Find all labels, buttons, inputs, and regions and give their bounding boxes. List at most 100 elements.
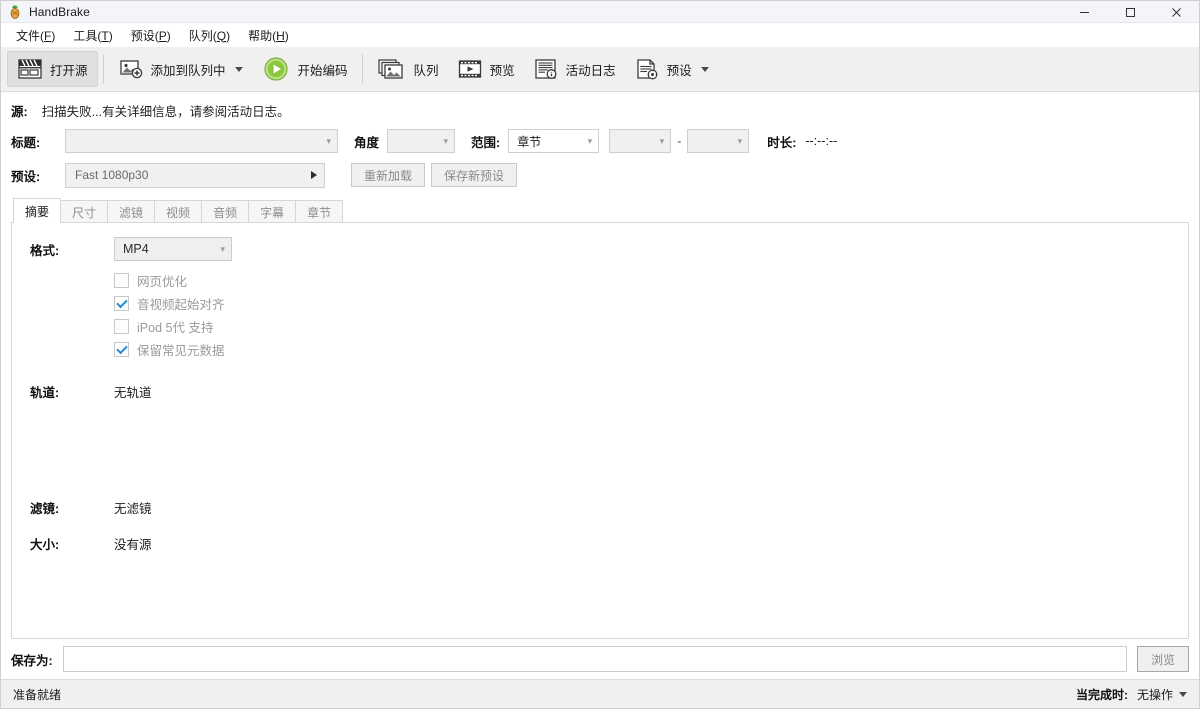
open-source-label: 打开源: [50, 60, 88, 79]
format-select[interactable]: MP4 ▾: [114, 237, 232, 261]
toolbar: 打开源 添加到队列中: [1, 47, 1199, 92]
tab-audio-label: 音频: [213, 204, 237, 221]
maximize-button[interactable]: [1107, 1, 1153, 23]
chevron-right-icon-preset: [311, 171, 317, 179]
tab-chapters[interactable]: 章节: [295, 200, 343, 223]
chevron-down-icon[interactable]: [235, 67, 243, 72]
format-label: 格式:: [30, 237, 114, 259]
presets-toolbar-button[interactable]: 预设: [625, 51, 718, 87]
checkbox-passthru-metadata[interactable]: 保留常见元数据: [114, 338, 232, 361]
size-row: 大小: 没有源: [30, 531, 1188, 553]
title-select[interactable]: ▾: [65, 129, 338, 153]
menu-queue-mnemonic: Q: [217, 29, 226, 43]
minimize-button[interactable]: [1061, 1, 1107, 23]
menu-tools-label: 工具: [73, 29, 97, 43]
title-label: 标题:: [11, 132, 65, 151]
filters-row: 滤镜: 无滤镜: [30, 495, 1188, 517]
queue-stack-icon: [377, 56, 407, 82]
chevron-down-icon-range: ▾: [588, 137, 593, 146]
preset-row: 预设: Fast 1080p30 重新加载 保存新预设: [11, 158, 1189, 192]
range-label: 范围:: [471, 132, 500, 151]
chapter-end-select[interactable]: ▾: [687, 129, 749, 153]
toolbar-separator-2: [362, 54, 363, 84]
close-icon: [1171, 7, 1182, 18]
tab-summary-label: 摘要: [25, 203, 49, 220]
maximize-icon: [1125, 7, 1136, 18]
activity-log-button[interactable]: 活动日志: [524, 51, 625, 87]
menu-tools[interactable]: 工具(T): [64, 25, 121, 46]
angle-select[interactable]: ▾: [387, 129, 455, 153]
tracks-row: 轨道: 无轨道: [30, 379, 1188, 401]
tracks-label: 轨道:: [30, 379, 114, 401]
checkbox-align-av-start-label: 音视频起始对齐: [137, 294, 225, 313]
menu-presets[interactable]: 预设(P): [122, 25, 180, 46]
angle-label: 角度: [354, 132, 379, 151]
save-as-label: 保存为:: [11, 650, 53, 669]
when-done-group: 当完成时: 无操作: [1076, 686, 1187, 703]
checkbox-ipod-5g-support-box[interactable]: [114, 319, 129, 334]
format-row: 格式: MP4 ▾ 网页优化 音视频起始对齐: [30, 237, 1188, 361]
when-done-selector[interactable]: 无操作: [1137, 686, 1187, 703]
menu-presets-mnemonic: P: [159, 29, 167, 43]
tab-filters[interactable]: 滤镜: [107, 200, 155, 223]
chevron-down-icon-chapter-end: ▾: [738, 137, 743, 146]
checkbox-passthru-metadata-box[interactable]: [114, 342, 129, 357]
close-button[interactable]: [1153, 1, 1199, 23]
status-text: 准备就绪: [13, 686, 61, 703]
checkbox-web-optimized-box[interactable]: [114, 273, 129, 288]
reload-preset-button[interactable]: 重新加载: [351, 163, 425, 187]
toolbar-separator-1: [103, 54, 104, 84]
tab-filters-label: 滤镜: [119, 204, 143, 221]
tab-audio[interactable]: 音频: [201, 200, 249, 223]
chapter-start-select[interactable]: ▾: [609, 129, 671, 153]
preview-button[interactable]: 预览: [448, 51, 524, 87]
browse-button[interactable]: 浏览: [1137, 646, 1189, 672]
size-label: 大小:: [30, 531, 114, 553]
save-new-preset-button[interactable]: 保存新预设: [431, 163, 517, 187]
filters-label: 滤镜:: [30, 495, 114, 517]
tab-video-label: 视频: [166, 204, 190, 221]
tab-summary[interactable]: 摘要: [13, 198, 61, 223]
queue-label: 队列: [414, 60, 439, 79]
destination-path-input[interactable]: [63, 646, 1127, 672]
menu-file-mnemonic: F: [44, 29, 51, 43]
tab-subtitles[interactable]: 字幕: [248, 200, 296, 223]
reload-preset-label: 重新加载: [364, 167, 412, 184]
status-bar: 准备就绪 当完成时: 无操作: [1, 679, 1199, 708]
chapter-range-separator: -: [677, 134, 681, 148]
size-value: 没有源: [114, 531, 152, 553]
title-bar: HandBrake: [1, 1, 1199, 23]
menu-help[interactable]: 帮助(H): [239, 25, 298, 46]
checkbox-ipod-5g-support[interactable]: iPod 5代 支持: [114, 315, 232, 338]
preview-label: 预览: [490, 60, 515, 79]
tracks-value: 无轨道: [114, 379, 152, 401]
chevron-down-icon-title: ▾: [326, 137, 331, 146]
tab-subtitles-label: 字幕: [260, 204, 284, 221]
start-encode-label: 开始编码: [298, 60, 348, 79]
tab-dimensions[interactable]: 尺寸: [60, 200, 108, 223]
checkbox-align-av-start[interactable]: 音视频起始对齐: [114, 292, 232, 315]
start-encode-button[interactable]: 开始编码: [252, 51, 357, 87]
menu-file-label: 文件: [16, 29, 40, 43]
tab-strip: 摘要 尺寸 滤镜 视频 音频 字幕 章节: [11, 198, 1189, 223]
source-label: 源:: [11, 101, 28, 120]
summary-panel: 格式: MP4 ▾ 网页优化 音视频起始对齐: [11, 222, 1189, 639]
checkbox-align-av-start-box[interactable]: [114, 296, 129, 311]
menu-help-mnemonic: H: [276, 29, 285, 43]
checkbox-web-optimized[interactable]: 网页优化: [114, 269, 232, 292]
menu-queue[interactable]: 队列(Q): [180, 25, 239, 46]
menu-file[interactable]: 文件(F): [7, 25, 64, 46]
queue-button[interactable]: 队列: [368, 51, 448, 87]
save-new-preset-label: 保存新预设: [444, 167, 504, 184]
open-source-button[interactable]: 打开源: [7, 51, 98, 87]
title-angle-range-row: 标题: ▾ 角度 ▾ 范围: 章节 ▾ ▾ - ▾: [11, 124, 1189, 158]
tab-video[interactable]: 视频: [154, 200, 202, 223]
preset-selector[interactable]: Fast 1080p30: [65, 163, 325, 188]
add-to-queue-button[interactable]: 添加到队列中: [109, 51, 252, 87]
window-controls: [1061, 1, 1199, 23]
range-select[interactable]: 章节 ▾: [508, 129, 599, 153]
chevron-down-icon-presets[interactable]: [701, 67, 709, 72]
handbrake-pineapple-icon: [7, 4, 23, 20]
menu-bar: 文件(F) 工具(T) 预设(P) 队列(Q) 帮助(H): [1, 23, 1199, 47]
handbrake-window: HandBrake 文件(F): [0, 0, 1200, 709]
